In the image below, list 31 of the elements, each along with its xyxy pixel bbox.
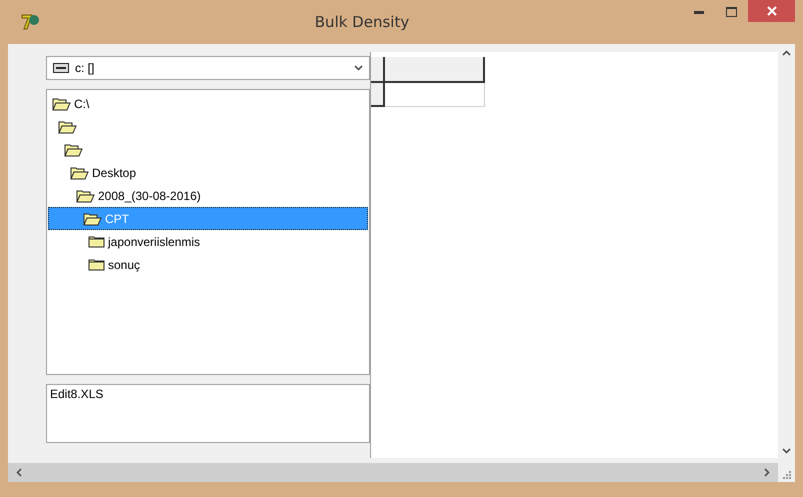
close-button[interactable] [748,0,795,22]
folder-icon [88,235,105,248]
folder-tree-item[interactable]: japonveriislenmis [47,230,369,253]
folder-tree-item[interactable]: sonuç [47,253,369,276]
maximize-icon [726,7,736,17]
chevron-up-icon[interactable] [782,50,791,56]
folder-tree-item[interactable]: 2008_(30-08-2016) [47,184,369,207]
chevron-down-icon [354,65,363,71]
drive-dropdown[interactable]: c: [] [46,56,370,80]
close-icon [766,6,776,16]
grid-cell[interactable] [385,83,485,107]
resize-grip-icon[interactable] [782,470,791,479]
grid-row-header-cell [371,83,385,107]
chevron-left-icon[interactable] [16,468,22,477]
folder-icon [88,258,105,271]
open-folder-icon [58,120,77,134]
folder-tree-item[interactable]: C:\ [47,92,369,115]
open-folder-icon [76,188,95,202]
window-title: Bulk Density [314,13,410,31]
open-folder-icon [64,142,83,156]
grid-corner-cell [371,57,385,83]
folder-tree-item[interactable]: Desktop [47,161,369,184]
minimize-icon [694,10,704,14]
chevron-right-icon[interactable] [764,468,770,477]
chevron-down-icon[interactable] [782,448,791,454]
file-list-item[interactable]: Edit8.XLS [50,387,104,401]
app-icon [20,13,40,31]
open-folder-icon [70,166,89,180]
drive-icon [53,63,69,73]
open-folder-icon [83,212,102,226]
open-folder-icon [52,96,71,110]
